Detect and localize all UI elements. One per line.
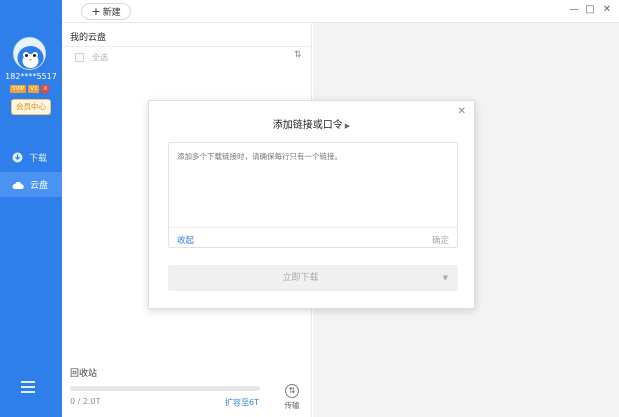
close-icon[interactable]: ✕ — [458, 106, 466, 117]
caret-right-icon[interactable]: ▶ — [345, 122, 350, 130]
plus-icon: + — [91, 5, 101, 18]
sidebar-item-cloud[interactable]: 云盘 — [0, 172, 62, 197]
hamburger-menu-icon[interactable] — [21, 381, 35, 393]
download-icon — [12, 152, 23, 163]
collapse-link[interactable]: 收起 — [177, 234, 194, 246]
vip-badges: SVIP V1 X — [10, 84, 54, 93]
user-avatar[interactable] — [13, 37, 46, 70]
new-button[interactable]: + 新建 — [81, 3, 131, 20]
link-textarea[interactable] — [169, 143, 457, 227]
bird-avatar-icon — [17, 46, 44, 69]
download-now-label: 立即下载 — [282, 273, 319, 283]
top-toolbar: + 新建 — □ ✕ — [62, 0, 619, 23]
member-center-button[interactable]: 会员中心 — [11, 99, 51, 115]
dialog-title: 添加链接或口令 ▶ — [149, 116, 474, 131]
sidebar-item-download[interactable]: 下载 — [0, 145, 62, 170]
svip-badge: SVIP — [10, 84, 27, 93]
new-button-label: 新建 — [102, 8, 121, 18]
username: 182****5517 — [5, 72, 57, 81]
chevron-down-icon[interactable]: ▼ — [443, 265, 448, 291]
confirm-link[interactable]: 确定 — [432, 234, 449, 246]
divider — [169, 227, 457, 228]
link-input-box: 收起 确定 — [168, 142, 458, 248]
sidebar-item-label: 下载 — [29, 154, 48, 164]
sidebar: 182****5517 SVIP V1 X 会员中心 下载 云盘 — [0, 0, 62, 417]
dialog-title-text: 添加链接或口令 — [272, 120, 343, 131]
maximize-icon[interactable]: □ — [584, 4, 596, 15]
vip-level-badge: V1 — [28, 84, 40, 93]
cloud-icon — [12, 181, 24, 189]
sidebar-item-label: 云盘 — [30, 181, 49, 191]
download-now-button[interactable]: 立即下载 ▼ — [168, 265, 458, 291]
minimize-icon[interactable]: — — [568, 4, 580, 15]
vip-tag-badge: X — [41, 84, 50, 93]
close-window-icon[interactable]: ✕ — [601, 4, 613, 15]
add-link-dialog: 添加链接或口令▶ ✕ 收起 确定 立即下载 ▼ — [148, 100, 475, 309]
